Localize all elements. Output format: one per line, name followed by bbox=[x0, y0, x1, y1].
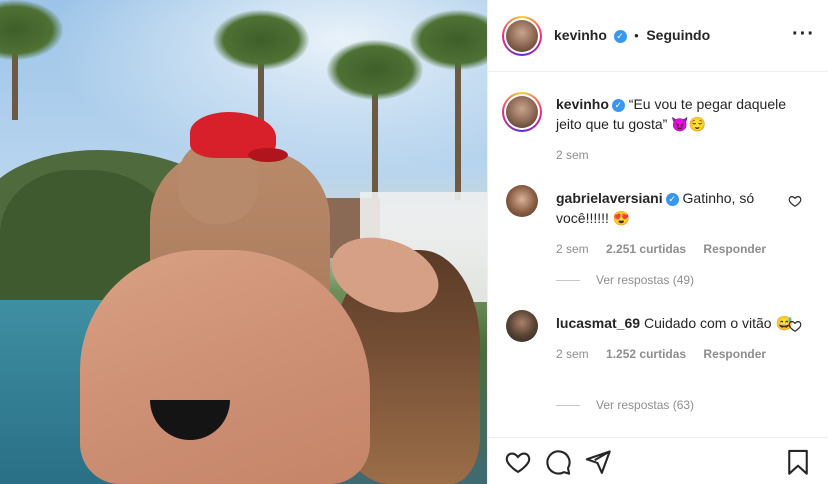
comment-meta: 2 sem 2.251 curtidas Responder bbox=[556, 242, 796, 256]
palm-tree bbox=[327, 40, 423, 210]
instagram-post: kevinho ✓ • Seguindo ··· kevinho ✓ “Eu vo… bbox=[0, 0, 828, 484]
comment-username[interactable]: lucasmat_69 bbox=[556, 315, 640, 331]
caption-time[interactable]: 2 sem bbox=[556, 148, 589, 162]
palm-tree bbox=[410, 10, 487, 200]
header-info: kevinho ✓ • Seguindo bbox=[554, 27, 710, 44]
author-avatar[interactable] bbox=[502, 16, 542, 56]
more-horizontal-icon[interactable]: ··· bbox=[792, 24, 815, 44]
replies-line bbox=[556, 280, 580, 282]
caption-body: kevinho ✓ “Eu vou te pegar daquele jeito … bbox=[556, 94, 806, 134]
reply-button[interactable]: Responder bbox=[703, 242, 766, 256]
following-button[interactable]: Seguindo bbox=[646, 27, 710, 43]
comment-username[interactable]: gabrielaversiani bbox=[556, 190, 663, 206]
view-replies[interactable]: Ver respostas (63) bbox=[556, 398, 694, 412]
comment-like-heart-icon[interactable] bbox=[788, 319, 802, 333]
post-photo[interactable] bbox=[0, 0, 487, 484]
commenter-avatar[interactable] bbox=[506, 185, 538, 217]
caption-avatar[interactable] bbox=[502, 92, 542, 132]
action-bar bbox=[488, 437, 828, 484]
comment-time[interactable]: 2 sem bbox=[556, 347, 589, 361]
post-header: kevinho ✓ • Seguindo ··· bbox=[488, 0, 828, 72]
author-username[interactable]: kevinho bbox=[554, 27, 607, 43]
verified-badge-icon: ✓ bbox=[665, 192, 679, 206]
view-replies-label[interactable]: Ver respostas (49) bbox=[596, 273, 694, 287]
verified-badge-icon: ✓ bbox=[613, 30, 627, 44]
reply-button[interactable]: Responder bbox=[703, 347, 766, 361]
separator: • bbox=[634, 28, 639, 43]
comment-like-heart-icon[interactable] bbox=[788, 194, 802, 208]
verified-badge-icon: ✓ bbox=[611, 98, 625, 112]
palm-tree bbox=[0, 0, 63, 120]
caption-meta: 2 sem bbox=[556, 148, 806, 162]
bookmark-icon[interactable] bbox=[784, 448, 812, 476]
heart-icon[interactable] bbox=[504, 448, 532, 476]
comment-emoji: 😍 bbox=[612, 210, 631, 226]
view-replies[interactable]: Ver respostas (49) bbox=[556, 273, 694, 287]
comment-text: Cuidado com o vitão bbox=[643, 315, 772, 331]
caption-username[interactable]: kevinho bbox=[556, 96, 609, 112]
caption-emoji: 😈😌 bbox=[671, 116, 707, 132]
comment-time[interactable]: 2 sem bbox=[556, 242, 589, 256]
cap-brim bbox=[248, 148, 288, 162]
comment-meta: 2 sem 1.252 curtidas Responder bbox=[556, 347, 796, 361]
post-side-panel: kevinho ✓ • Seguindo ··· kevinho ✓ “Eu vo… bbox=[487, 0, 828, 484]
view-replies-label[interactable]: Ver respostas (63) bbox=[596, 398, 694, 412]
comment-body: gabrielaversiani ✓ Gatinho, só você!!!!!!… bbox=[556, 188, 796, 228]
paper-plane-icon[interactable] bbox=[584, 448, 612, 476]
commenter-avatar[interactable] bbox=[506, 310, 538, 342]
comment-likes[interactable]: 1.252 curtidas bbox=[606, 347, 686, 361]
replies-line bbox=[556, 405, 580, 407]
caption: kevinho ✓ “Eu vou te pegar daquele jeito … bbox=[556, 94, 806, 162]
comment: lucasmat_69 Cuidado com o vitão 😅 2 sem … bbox=[556, 313, 796, 361]
comment: gabrielaversiani ✓ Gatinho, só você!!!!!!… bbox=[556, 188, 796, 256]
comment-likes[interactable]: 2.251 curtidas bbox=[606, 242, 686, 256]
comment-icon[interactable] bbox=[544, 448, 572, 476]
comment-body: lucasmat_69 Cuidado com o vitão 😅 bbox=[556, 313, 796, 333]
